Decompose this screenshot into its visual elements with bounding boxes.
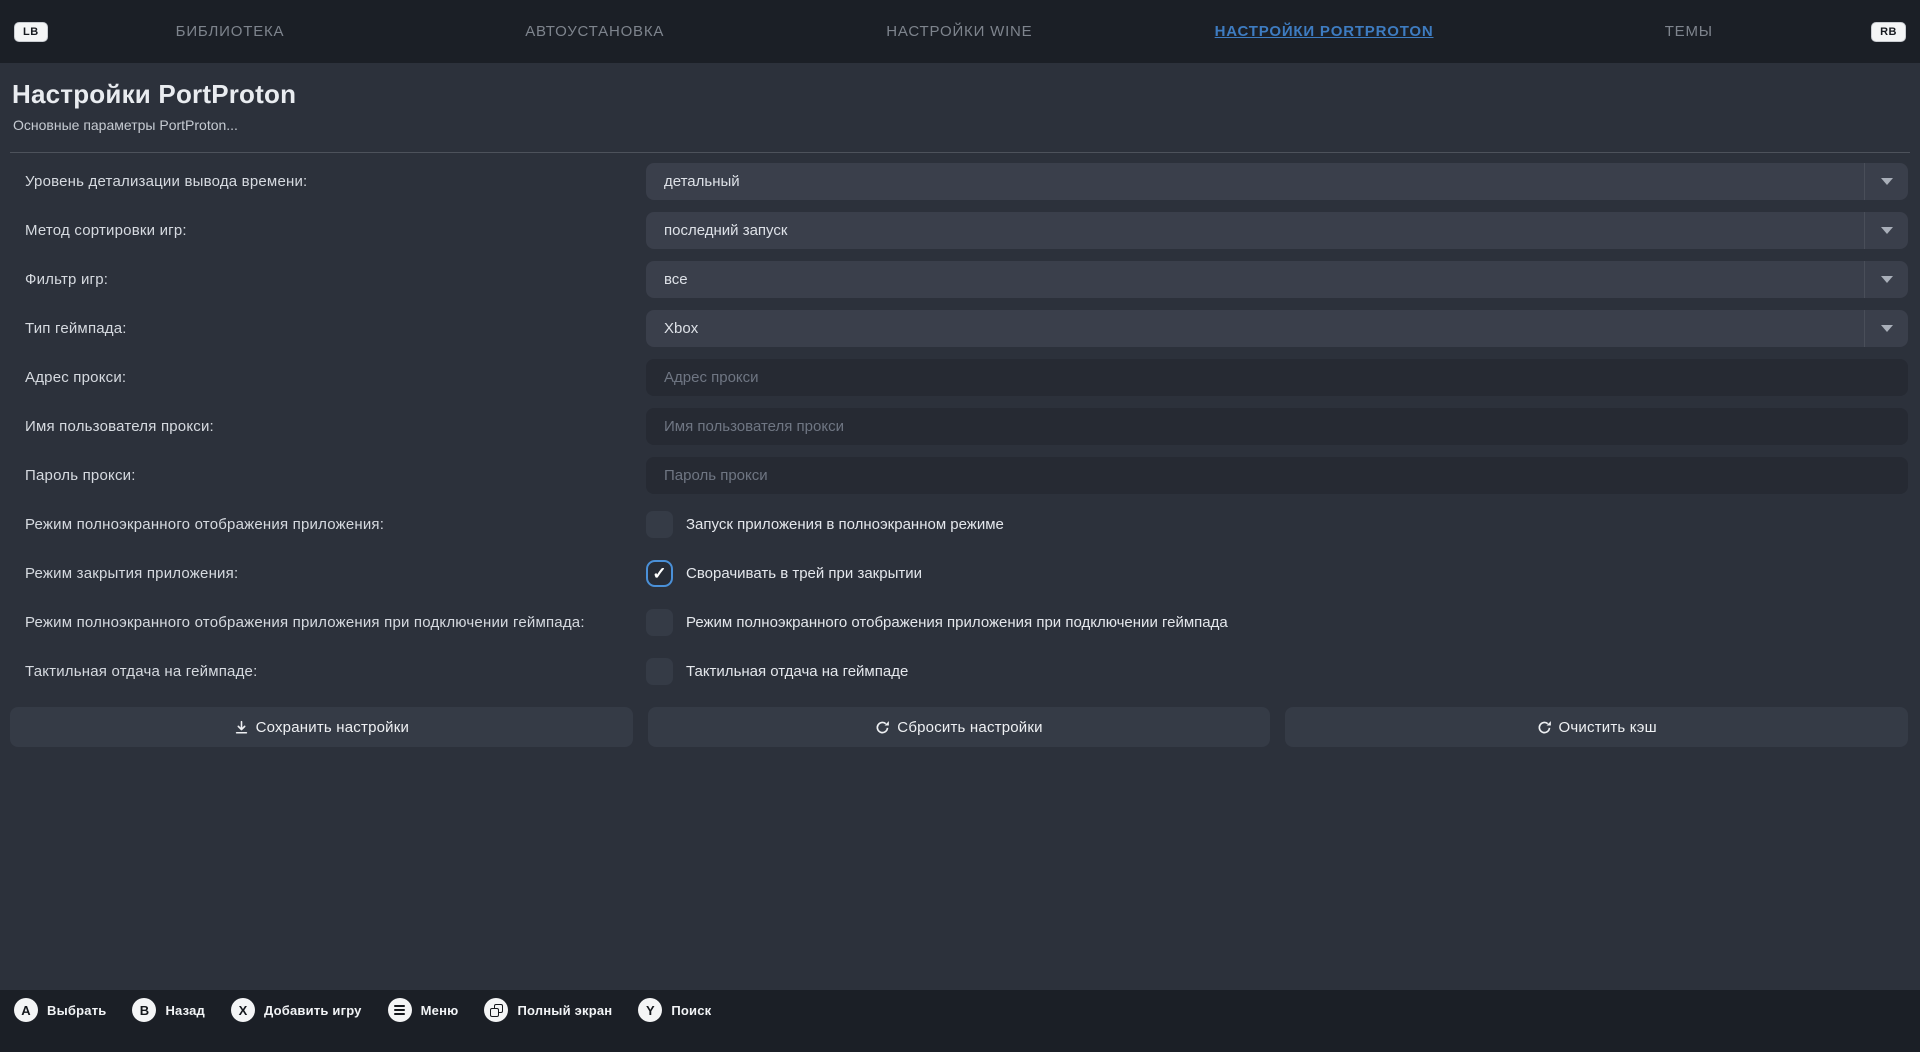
setting-row-games-filter: Фильтр игр: все (10, 255, 1910, 304)
tab-library[interactable]: БИБЛИОТЕКА (48, 23, 413, 40)
header-divider (10, 152, 1910, 153)
hint-label: Поиск (671, 1003, 711, 1018)
proxy-password-input[interactable] (646, 457, 1908, 494)
gamepad-y-icon: Y (638, 998, 662, 1022)
setting-row-haptic-feedback: Тактильная отдача на геймпаде: Тактильна… (10, 647, 1910, 696)
settings-rows: Уровень детализации вывода времени: дета… (10, 157, 1910, 696)
setting-row-time-detail: Уровень детализации вывода времени: дета… (10, 157, 1910, 206)
gamepad-b-icon: B (132, 998, 156, 1022)
hint-search: Y Поиск (638, 998, 711, 1022)
chevron-down-icon[interactable] (1864, 261, 1908, 298)
gamepad-fullscreen-icon (484, 998, 508, 1022)
fullscreen-mode-checkbox[interactable] (646, 511, 673, 538)
gamepad-menu-icon (388, 998, 412, 1022)
action-buttons-row: Сохранить настройки Сбросить настройки О… (10, 707, 1908, 747)
checkbox-label: Запуск приложения в полноэкранном режиме (686, 516, 1004, 533)
setting-label: Адрес прокси: (25, 369, 646, 386)
setting-row-proxy-password: Пароль прокси: (10, 451, 1910, 500)
checkbox-label: Сворачивать в трей при закрытии (686, 565, 922, 582)
setting-label: Фильтр игр: (25, 271, 646, 288)
fullscreen-on-gamepad-checkbox[interactable] (646, 609, 673, 636)
top-nav-bar: LB БИБЛИОТЕКА АВТОУСТАНОВКА НАСТРОЙКИ WI… (0, 0, 1920, 63)
chevron-down-icon[interactable] (1864, 163, 1908, 200)
gamepad-hint-bar: A Выбрать B Назад X Добавить игру Меню П… (0, 990, 1920, 1052)
setting-row-gamepad-type: Тип геймпада: Xbox (10, 304, 1910, 353)
checkbox-label: Тактильная отдача на геймпаде (686, 663, 908, 680)
gamepad-rb-badge: RB (1871, 22, 1906, 42)
select-value: последний запуск (664, 222, 787, 239)
setting-label: Режим полноэкранного отображения приложе… (25, 614, 646, 631)
hint-label: Добавить игру (264, 1003, 362, 1018)
hint-fullscreen: Полный экран (484, 998, 612, 1022)
setting-label: Пароль прокси: (25, 467, 646, 484)
reset-settings-label: Сбросить настройки (897, 719, 1042, 736)
save-settings-button[interactable]: Сохранить настройки (10, 707, 633, 747)
setting-label: Тип геймпада: (25, 320, 646, 337)
save-settings-label: Сохранить настройки (256, 719, 410, 736)
setting-row-proxy-username: Имя пользователя прокси: (10, 402, 1910, 451)
setting-label: Уровень детализации вывода времени: (25, 173, 646, 190)
chevron-down-icon[interactable] (1864, 310, 1908, 347)
setting-row-sort-method: Метод сортировки игр: последний запуск (10, 206, 1910, 255)
gamepad-a-icon: A (14, 998, 38, 1022)
setting-row-fullscreen-on-gamepad: Режим полноэкранного отображения приложе… (10, 598, 1910, 647)
tray-on-close-checkbox[interactable]: ✓ (646, 560, 673, 587)
refresh-icon (875, 720, 890, 735)
settings-page: Настройки PortProton Основные параметры … (0, 63, 1920, 747)
tab-autoinstall[interactable]: АВТОУСТАНОВКА (412, 23, 777, 40)
hint-back: B Назад (132, 998, 205, 1022)
page-title: Настройки PortProton (10, 63, 1910, 110)
sort-method-select[interactable]: последний запуск (646, 212, 1908, 249)
hint-label: Меню (421, 1003, 459, 1018)
setting-label: Тактильная отдача на геймпаде: (25, 663, 646, 680)
gamepad-type-select[interactable]: Xbox (646, 310, 1908, 347)
checkbox-label: Режим полноэкранного отображения приложе… (686, 614, 1228, 631)
setting-label: Метод сортировки игр: (25, 222, 646, 239)
hint-add-game: X Добавить игру (231, 998, 362, 1022)
time-detail-select[interactable]: детальный (646, 163, 1908, 200)
select-value: детальный (664, 173, 740, 190)
clear-cache-button[interactable]: Очистить кэш (1285, 707, 1908, 747)
setting-row-proxy-address: Адрес прокси: (10, 353, 1910, 402)
hint-menu: Меню (388, 998, 459, 1022)
proxy-username-input[interactable] (646, 408, 1908, 445)
setting-label: Режим полноэкранного отображения приложе… (25, 516, 646, 533)
proxy-address-input[interactable] (646, 359, 1908, 396)
page-subtitle: Основные параметры PortProton... (10, 110, 1910, 133)
save-icon (234, 720, 249, 735)
hint-select: A Выбрать (14, 998, 106, 1022)
haptic-feedback-checkbox[interactable] (646, 658, 673, 685)
gamepad-x-icon: X (231, 998, 255, 1022)
hint-label: Полный экран (517, 1003, 612, 1018)
hint-label: Выбрать (47, 1003, 106, 1018)
clear-cache-label: Очистить кэш (1559, 719, 1657, 736)
select-value: все (664, 271, 688, 288)
chevron-down-icon[interactable] (1864, 212, 1908, 249)
refresh-icon (1537, 720, 1552, 735)
checkmark-icon: ✓ (652, 564, 666, 584)
tab-portproton-settings[interactable]: НАСТРОЙКИ PORTPROTON (1142, 23, 1507, 40)
gamepad-lb-badge: LB (14, 22, 48, 42)
setting-row-fullscreen-mode: Режим полноэкранного отображения приложе… (10, 500, 1910, 549)
tab-themes[interactable]: ТЕМЫ (1506, 23, 1871, 40)
games-filter-select[interactable]: все (646, 261, 1908, 298)
reset-settings-button[interactable]: Сбросить настройки (648, 707, 1271, 747)
select-value: Xbox (664, 320, 698, 337)
hint-label: Назад (165, 1003, 205, 1018)
setting-label: Имя пользователя прокси: (25, 418, 646, 435)
setting-label: Режим закрытия приложения: (25, 565, 646, 582)
setting-row-close-mode: Режим закрытия приложения: ✓ Сворачивать… (10, 549, 1910, 598)
tab-wine-settings[interactable]: НАСТРОЙКИ WINE (777, 23, 1142, 40)
